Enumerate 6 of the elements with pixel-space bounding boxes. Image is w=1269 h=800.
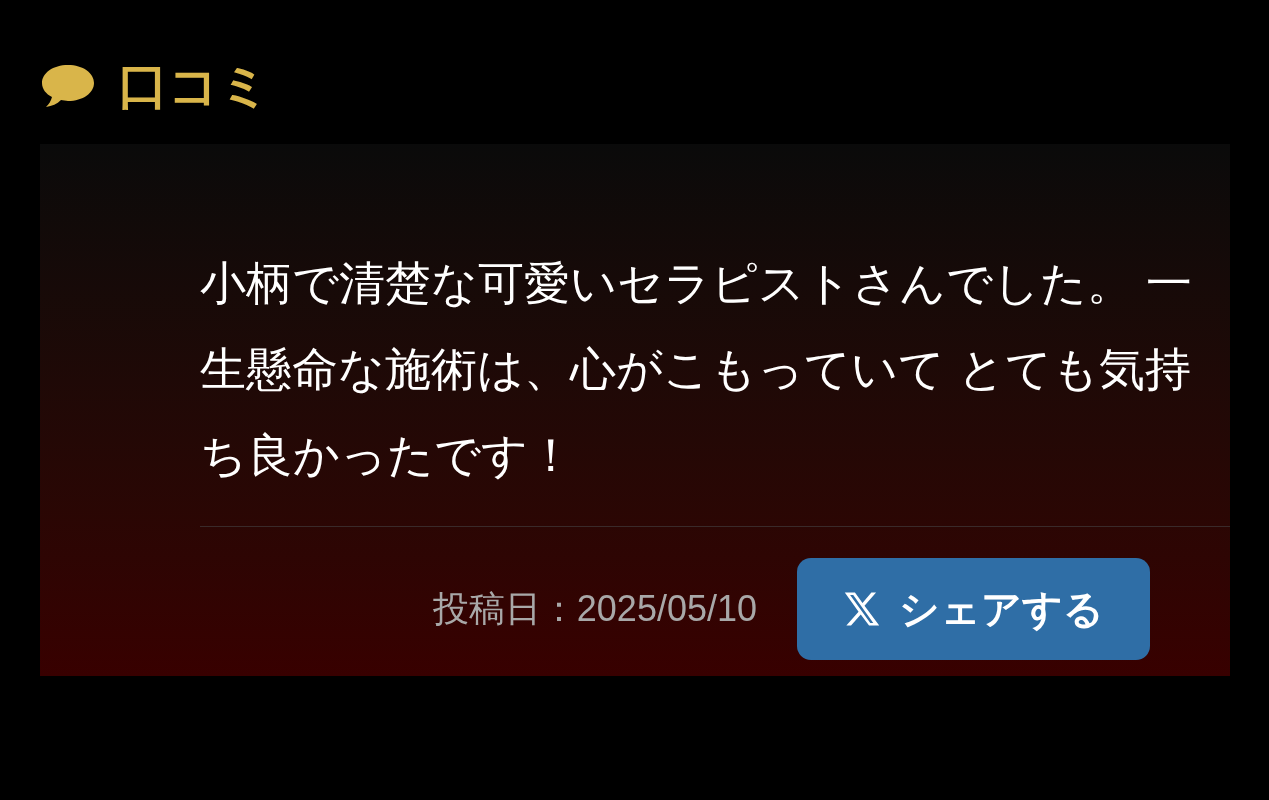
section-title: 口コミ — [118, 61, 270, 111]
share-button[interactable]: シェアする — [797, 558, 1150, 660]
x-logo-icon — [843, 591, 881, 627]
post-date: 投稿日：2025/05/10 — [432, 587, 757, 631]
review-text: 小柄で清楚な可愛いセラピストさんでした。 一生懸命な施術は、心がこもっていて とても気持ち良かったです！ — [200, 256, 1193, 483]
speech-bubble-icon — [40, 63, 96, 109]
